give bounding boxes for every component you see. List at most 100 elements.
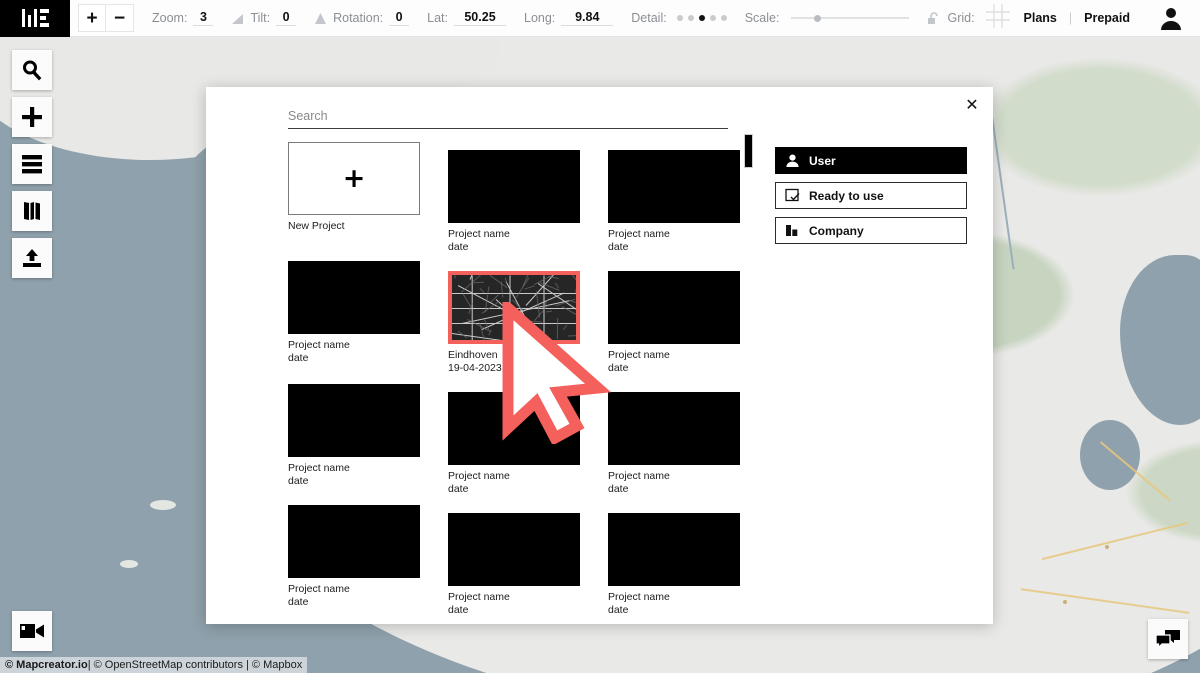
- detail-dot-2[interactable]: [698, 15, 705, 21]
- zoom-in-button[interactable]: +: [78, 4, 106, 32]
- project-card[interactable]: Project name date: [288, 383, 420, 497]
- longitude-field-group: Long: 9.84: [524, 10, 614, 26]
- project-caption: New Project: [288, 215, 420, 233]
- project-thumbnail-selected[interactable]: [448, 270, 580, 344]
- new-project-card[interactable]: + New Project: [288, 142, 420, 255]
- preview-street: [524, 285, 535, 290]
- projects-scrollbar[interactable]: [744, 134, 753, 604]
- project-thumbnail[interactable]: [288, 504, 420, 578]
- sidebar-item-add[interactable]: [12, 97, 52, 137]
- projects-row: Project name date Project name date Project …: [288, 504, 752, 618]
- preview-street: [511, 299, 525, 312]
- project-card[interactable]: Project name date: [288, 504, 420, 618]
- projects-scrollbar-thumb[interactable]: [744, 134, 753, 168]
- detail-stepper[interactable]: [676, 15, 727, 21]
- project-name: Project name: [608, 228, 670, 240]
- tilt-value[interactable]: 0: [276, 10, 297, 26]
- filter-button-label: User: [809, 153, 836, 168]
- tilt-icon: [231, 12, 244, 25]
- project-card[interactable]: Project name date: [448, 391, 580, 497]
- project-caption: Project name date: [448, 586, 580, 618]
- top-toolbar: + − Zoom: 3 Tilt: 0 Rotation: 0 Lat: 50.…: [0, 0, 1200, 37]
- sidebar-item-library[interactable]: [12, 191, 52, 231]
- project-card[interactable]: Project name date: [608, 150, 740, 255]
- project-card[interactable]: Project name date: [608, 391, 740, 497]
- project-date: date: [608, 241, 629, 254]
- scale-slider-handle[interactable]: [813, 15, 821, 22]
- projects-grid: + New Project Project name date Project name…: [288, 142, 752, 616]
- detail-dot-4[interactable]: [720, 15, 727, 21]
- rotation-value[interactable]: 0: [389, 10, 410, 26]
- lock-open-icon[interactable]: [927, 11, 941, 26]
- project-name: Project name: [448, 469, 510, 482]
- project-caption: Project name date: [448, 465, 580, 497]
- new-project-thumbnail[interactable]: +: [288, 142, 420, 215]
- logo-glyph-icon: [21, 9, 49, 27]
- map-sea-inlet-secondary: [1080, 420, 1140, 490]
- project-card[interactable]: Project name date: [448, 512, 580, 618]
- search-field-wrapper: [288, 107, 728, 129]
- plus-icon: [22, 107, 42, 127]
- project-card[interactable]: Project name date: [608, 270, 740, 376]
- project-thumbnail[interactable]: [288, 383, 420, 457]
- zoom-label: Zoom:: [152, 11, 188, 25]
- scale-slider[interactable]: [791, 12, 910, 24]
- detail-dot-0[interactable]: [676, 15, 683, 21]
- chat-bubbles-icon: [1155, 630, 1180, 650]
- project-thumbnail[interactable]: [608, 270, 740, 344]
- project-map-preview: [452, 274, 576, 340]
- detail-dot-1[interactable]: [687, 15, 694, 21]
- attribution-rest: | © OpenStreetMap contributors | © Mapbo…: [87, 659, 303, 671]
- search-input[interactable]: [288, 107, 728, 129]
- book-icon: [24, 202, 40, 220]
- zoom-value[interactable]: 3: [193, 10, 214, 26]
- filter-button-ready-to-use[interactable]: Ready to use: [775, 182, 967, 209]
- project-thumbnail[interactable]: [608, 391, 740, 465]
- zoom-out-button[interactable]: −: [106, 4, 134, 32]
- project-thumbnail[interactable]: [448, 391, 580, 465]
- projects-row: Project name date Project name date Project …: [288, 383, 752, 497]
- latitude-value[interactable]: 50.25: [454, 10, 506, 26]
- project-card[interactable]: Project name date: [608, 512, 740, 618]
- map-island: [150, 500, 176, 510]
- project-thumbnail[interactable]: [288, 260, 420, 334]
- project-card[interactable]: Project name date: [448, 150, 580, 255]
- filter-button-company[interactable]: Company: [775, 217, 967, 244]
- project-caption: Project name date: [288, 457, 420, 489]
- plans-link[interactable]: Plans: [1012, 11, 1069, 25]
- chat-support-button[interactable]: [1148, 619, 1188, 659]
- scale-field-group: Scale:: [745, 11, 910, 25]
- project-caption: Project name date: [608, 223, 740, 255]
- longitude-value[interactable]: 9.84: [561, 10, 614, 26]
- sidebar-item-layers[interactable]: [12, 144, 52, 184]
- project-thumbnail[interactable]: [448, 150, 580, 223]
- video-record-button[interactable]: [12, 611, 52, 651]
- attribution-brand[interactable]: © Mapcreator.io: [5, 659, 88, 671]
- sidebar-item-upload[interactable]: [12, 238, 52, 278]
- prepaid-link[interactable]: Prepaid: [1072, 11, 1142, 25]
- filter-button-user[interactable]: User: [775, 147, 967, 174]
- project-name: Project name: [448, 228, 510, 240]
- project-thumbnail[interactable]: [608, 150, 740, 223]
- project-thumbnail[interactable]: [448, 512, 580, 586]
- map-attribution: © Mapcreator.io | © OpenStreetMap contri…: [0, 657, 308, 673]
- grid-icon[interactable]: [985, 3, 1011, 34]
- sidebar-item-search[interactable]: [12, 50, 52, 90]
- tilt-label: Tilt:: [250, 11, 271, 25]
- latitude-field-group: Lat: 50.25: [427, 10, 506, 26]
- project-card[interactable]: Eindhoven 19-04-2023: [448, 270, 580, 376]
- detail-label: Detail:: [631, 11, 667, 25]
- account-button[interactable]: [1142, 5, 1200, 31]
- zoom-field-group: Zoom: 3: [152, 10, 214, 26]
- filter-button-label: Company: [809, 223, 864, 238]
- grid-label: Grid:: [947, 11, 975, 25]
- project-name: Eindhoven: [448, 348, 498, 361]
- preview-street: [454, 274, 456, 279]
- longitude-label: Long:: [524, 11, 556, 25]
- project-card[interactable]: Project name date: [288, 260, 420, 376]
- project-thumbnail[interactable]: [608, 512, 740, 586]
- app-logo[interactable]: [0, 0, 70, 37]
- menu-icon: [22, 155, 42, 174]
- detail-dot-3[interactable]: [709, 15, 716, 21]
- project-filter-panel: User Ready to use Company: [775, 147, 967, 252]
